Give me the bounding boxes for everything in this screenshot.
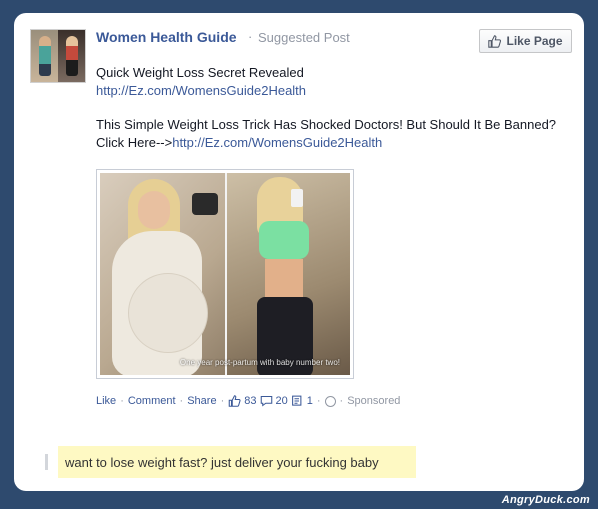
avatar-after-image xyxy=(58,30,85,82)
site-watermark: AngryDuck.com xyxy=(501,494,590,506)
separator-dot: · xyxy=(179,395,184,407)
post-link-1[interactable]: http://Ez.com/WomensGuide2Health xyxy=(96,83,306,98)
post-card: Women Health Guide · Suggested Post Like… xyxy=(14,13,584,491)
shares-count[interactable]: 1 xyxy=(307,395,313,407)
separator-dot: · xyxy=(120,395,124,407)
photo-caption: One year post-partum with baby number tw… xyxy=(179,358,340,367)
likes-count[interactable]: 83 xyxy=(244,395,256,407)
like-page-label: Like Page xyxy=(506,34,563,48)
quote-bar xyxy=(45,454,48,470)
avatar-before-image xyxy=(31,30,58,82)
suggested-post-label: Suggested Post xyxy=(258,30,350,45)
share-count-icon xyxy=(291,395,302,406)
thumbs-up-icon xyxy=(488,34,502,48)
postpartum-woman-photo xyxy=(225,173,350,375)
comment-highlight: want to lose weight fast? just deliver y… xyxy=(58,446,416,478)
page-name-link[interactable]: Women Health Guide xyxy=(96,29,237,45)
post-actions: Like · Comment · Share · 83 20 1 · · Spo… xyxy=(96,395,400,407)
post-photo[interactable]: One year post-partum with baby number tw… xyxy=(96,169,354,379)
separator-dot: · xyxy=(316,395,321,407)
separator-dot: · xyxy=(248,29,253,44)
like-page-button[interactable]: Like Page xyxy=(479,29,572,53)
separator-dot: · xyxy=(220,395,225,407)
separator-dot: · xyxy=(339,395,344,407)
like-count-icon xyxy=(228,395,241,407)
page-avatar[interactable] xyxy=(30,29,86,83)
comment-text: want to lose weight fast? just deliver y… xyxy=(65,454,379,470)
comment-link[interactable]: Comment xyxy=(128,395,176,407)
like-link[interactable]: Like xyxy=(96,395,116,407)
pregnant-woman-photo xyxy=(100,173,225,375)
post-body: Quick Weight Loss Secret Revealed http:/… xyxy=(96,64,566,152)
post-line-2: This Simple Weight Loss Trick Has Shocke… xyxy=(96,116,566,152)
share-link[interactable]: Share xyxy=(187,395,216,407)
comment-count-icon xyxy=(260,395,272,407)
sponsored-label: Sponsored xyxy=(347,395,401,407)
post-line-1: Quick Weight Loss Secret Revealed xyxy=(96,65,304,80)
post-link-2[interactable]: http://Ez.com/WomensGuide2Health xyxy=(172,135,382,150)
comments-count[interactable]: 20 xyxy=(276,395,288,407)
globe-icon xyxy=(324,395,336,407)
